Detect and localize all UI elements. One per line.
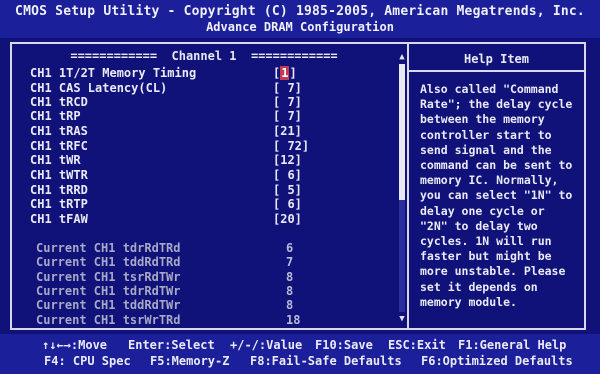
setting-value[interactable]: [ 5] xyxy=(273,183,302,197)
current-row: Current CH1 tddRdTWr 8 xyxy=(36,298,293,312)
current-label: Current CH1 tdrRdTRd xyxy=(36,241,181,255)
setting-row-trfc[interactable]: CH1 tRFC [ 72] xyxy=(30,139,309,153)
key-hint-value: +/-/:Value xyxy=(230,338,303,352)
help-title-separator xyxy=(409,70,584,72)
setting-row-trcd[interactable]: CH1 tRCD [ 7] xyxy=(30,95,302,109)
setting-label: CH1 CAS Latency(CL) xyxy=(30,81,168,95)
panel-divider xyxy=(407,42,409,330)
key-legend-footer: ↑↓←→:Move Enter:Select +/-/:Value F10:Sa… xyxy=(0,334,600,374)
current-row: Current CH1 tdrRdTWr 8 xyxy=(36,284,293,298)
setting-value[interactable]: [ 7] xyxy=(273,95,302,109)
setting-value[interactable]: [ 6] xyxy=(273,197,302,211)
current-value: 8 xyxy=(286,298,294,312)
help-text-line: between the memory xyxy=(420,112,545,127)
title-bar: CMOS Setup Utility - Copyright (C) 1985-… xyxy=(0,0,600,38)
key-hint-select: Enter:Select xyxy=(128,338,215,352)
channel-header: ============ Channel 1 ============ xyxy=(70,49,338,63)
setting-value[interactable]: [1] xyxy=(273,66,297,80)
help-text-line: Also called "Command xyxy=(420,82,559,96)
help-text-line: Rate"; the delay cycle xyxy=(420,97,573,112)
setting-value[interactable]: [20] xyxy=(273,212,302,226)
help-text-line: memory IC. Normally, xyxy=(420,173,559,188)
setting-row-trp[interactable]: CH1 tRP [ 7] xyxy=(30,109,302,123)
current-row: Current CH1 tsrWrTRd 18 xyxy=(36,313,300,327)
current-value: 7 xyxy=(286,255,294,269)
setting-row-trtp[interactable]: CH1 tRTP [ 6] xyxy=(30,197,302,211)
setting-row-trrd[interactable]: CH1 tRRD [ 5] xyxy=(30,183,302,197)
setting-row-twr[interactable]: CH1 tWR [12] xyxy=(30,153,302,167)
current-label: Current CH1 tddRdTRd xyxy=(36,255,181,269)
help-text-line: cycles. 1N will run xyxy=(420,234,552,249)
help-text-line: "2N" to delay two xyxy=(420,218,538,233)
help-panel-text: Also called "Command Rate"; the delay cyc… xyxy=(420,82,582,310)
setting-label: CH1 tRP xyxy=(30,109,81,123)
setting-label: CH1 tRTP xyxy=(30,197,88,211)
setting-value[interactable]: [ 72] xyxy=(273,139,309,153)
setting-row-cas-latency[interactable]: CH1 CAS Latency(CL) [ 7] xyxy=(30,81,302,95)
help-text-line: set it depends on xyxy=(420,279,538,294)
setting-label: CH1 1T/2T Memory Timing xyxy=(30,66,197,80)
app-title: CMOS Setup Utility - Copyright (C) 1985-… xyxy=(15,4,585,19)
help-text-line: more unstable. Please xyxy=(420,264,566,279)
current-label: Current CH1 tdrRdTWr xyxy=(36,284,181,298)
key-hint-fail-safe: F8:Fail-Safe Defaults xyxy=(250,354,402,368)
setting-label: CH1 tRRD xyxy=(30,183,88,197)
setting-label: CH1 tWR xyxy=(30,153,81,167)
setting-label: CH1 tRFC xyxy=(30,139,88,153)
help-text-line: command can be sent to xyxy=(420,158,573,173)
scroll-up-arrow-icon[interactable]: ▲ xyxy=(398,52,406,62)
help-text-line: delay one cycle or xyxy=(420,203,545,218)
help-text-line: memory module. xyxy=(420,294,517,309)
setting-row-twtr[interactable]: CH1 tWTR [ 6] xyxy=(30,168,302,182)
scroll-down-arrow-icon[interactable]: ▼ xyxy=(398,314,406,324)
current-row: Current CH1 tsrRdTWr 8 xyxy=(36,270,293,284)
current-row: Current CH1 tddRdTRd 7 xyxy=(36,255,293,269)
setting-row-1t2t-timing[interactable]: CH1 1T/2T Memory Timing [1] xyxy=(30,66,297,80)
help-text-line: send signal and the xyxy=(420,142,552,157)
setting-value[interactable]: [21] xyxy=(273,124,302,138)
key-hint-save: F10:Save xyxy=(315,338,373,352)
page-title: Advance DRAM Configuration xyxy=(206,20,394,34)
current-value: 6 xyxy=(286,241,294,255)
key-hint-cpu-spec: F4: CPU Spec xyxy=(44,354,131,368)
key-hint-exit: ESC:Exit xyxy=(388,338,446,352)
setting-value[interactable]: [12] xyxy=(273,153,302,167)
help-panel-title: Help Item xyxy=(463,52,530,66)
current-row: Current CH1 tdrRdTRd 6 xyxy=(36,241,293,255)
help-text-line: you can select "1N" to xyxy=(420,188,573,203)
setting-value[interactable]: [ 7] xyxy=(273,109,302,123)
setting-label: CH1 tRAS xyxy=(30,124,88,138)
help-text-line: faster but might be xyxy=(420,249,552,264)
setting-label: CH1 tRCD xyxy=(30,95,88,109)
current-label: Current CH1 tddRdTWr xyxy=(36,298,181,312)
current-value: 18 xyxy=(286,313,301,327)
setting-value[interactable]: [ 7] xyxy=(273,81,302,95)
key-hint-memory-z: F5:Memory-Z xyxy=(150,354,230,368)
current-label: Current CH1 tsrRdTWr xyxy=(36,270,181,284)
scroll-thumb[interactable] xyxy=(399,64,405,200)
key-hint-move: ↑↓←→:Move xyxy=(42,338,108,352)
key-hint-help: F1:General Help xyxy=(458,338,567,352)
current-label: Current CH1 tsrWrTRd xyxy=(36,313,181,327)
setting-row-tras[interactable]: CH1 tRAS [21] xyxy=(30,124,302,138)
setting-row-tfaw[interactable]: CH1 tFAW [20] xyxy=(30,212,302,226)
scrollbar[interactable]: ▲ ▼ xyxy=(398,52,406,324)
current-value: 8 xyxy=(286,270,294,284)
key-hint-optimized: F6:Optimized Defaults xyxy=(421,354,573,368)
help-text-line: controller start to xyxy=(420,127,552,142)
current-value: 8 xyxy=(286,284,294,298)
setting-value[interactable]: [ 6] xyxy=(273,168,302,182)
setting-label: CH1 tFAW xyxy=(30,212,88,226)
setting-label: CH1 tWTR xyxy=(30,168,88,182)
